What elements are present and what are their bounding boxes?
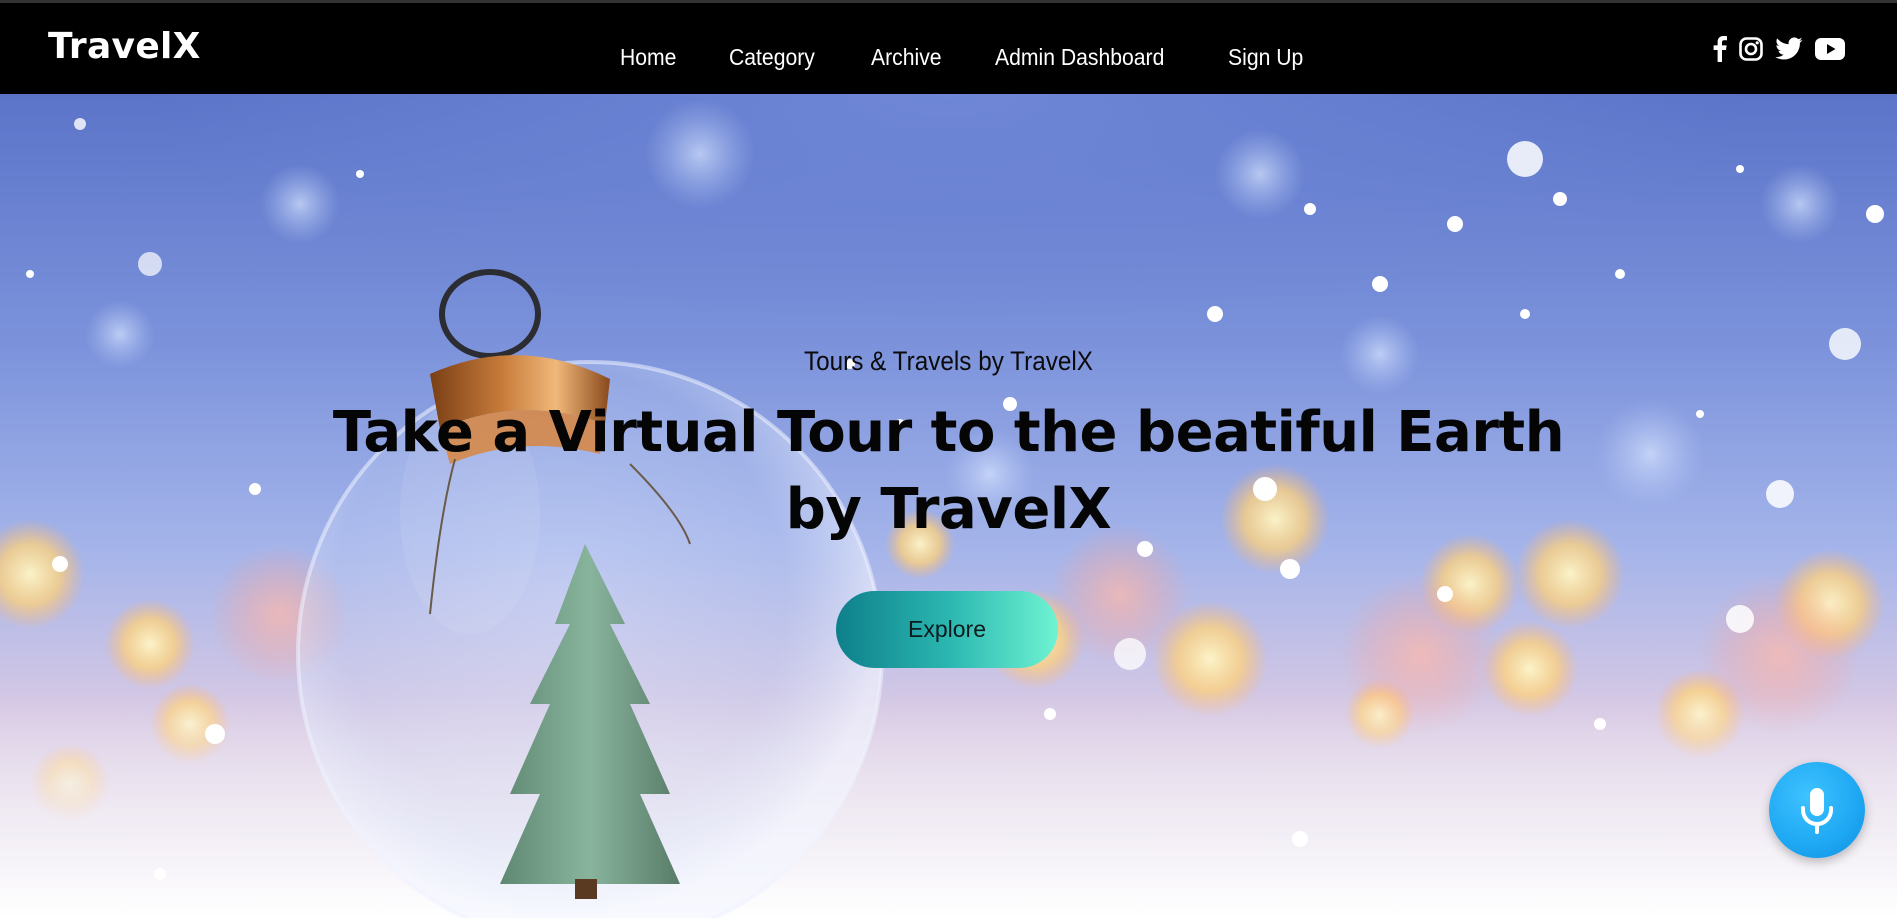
social-links	[1713, 36, 1845, 62]
youtube-icon[interactable]	[1815, 38, 1845, 60]
hero-headline: Take a Virtual Tour to the beatiful Eart…	[332, 400, 1565, 542]
hero-section: Tours & Travels by TravelX Take a Virtua…	[0, 94, 1897, 918]
brand-logo[interactable]: TravelX	[48, 29, 201, 65]
main-nav: Home Category Archive Admin Dashboard Si…	[620, 3, 1357, 94]
hero-subtitle: Tours & Travels by TravelX	[803, 346, 1094, 376]
nav-category[interactable]: Category	[729, 44, 815, 71]
page: TravelX Home Category Archive Admin Dash…	[0, 0, 1897, 918]
microphone-icon	[1801, 788, 1833, 834]
instagram-icon[interactable]	[1739, 37, 1763, 61]
snow-ground	[0, 694, 1897, 918]
facebook-icon[interactable]	[1713, 36, 1727, 62]
navbar: TravelX Home Category Archive Admin Dash…	[0, 3, 1897, 94]
nav-sign-up[interactable]: Sign Up	[1228, 44, 1303, 71]
nav-admin-dashboard[interactable]: Admin Dashboard	[995, 44, 1164, 71]
voice-search-button[interactable]	[1769, 762, 1865, 858]
twitter-icon[interactable]	[1775, 37, 1803, 61]
explore-button[interactable]: Explore	[836, 591, 1058, 668]
nav-archive[interactable]: Archive	[871, 44, 942, 71]
nav-home[interactable]: Home	[620, 44, 676, 71]
